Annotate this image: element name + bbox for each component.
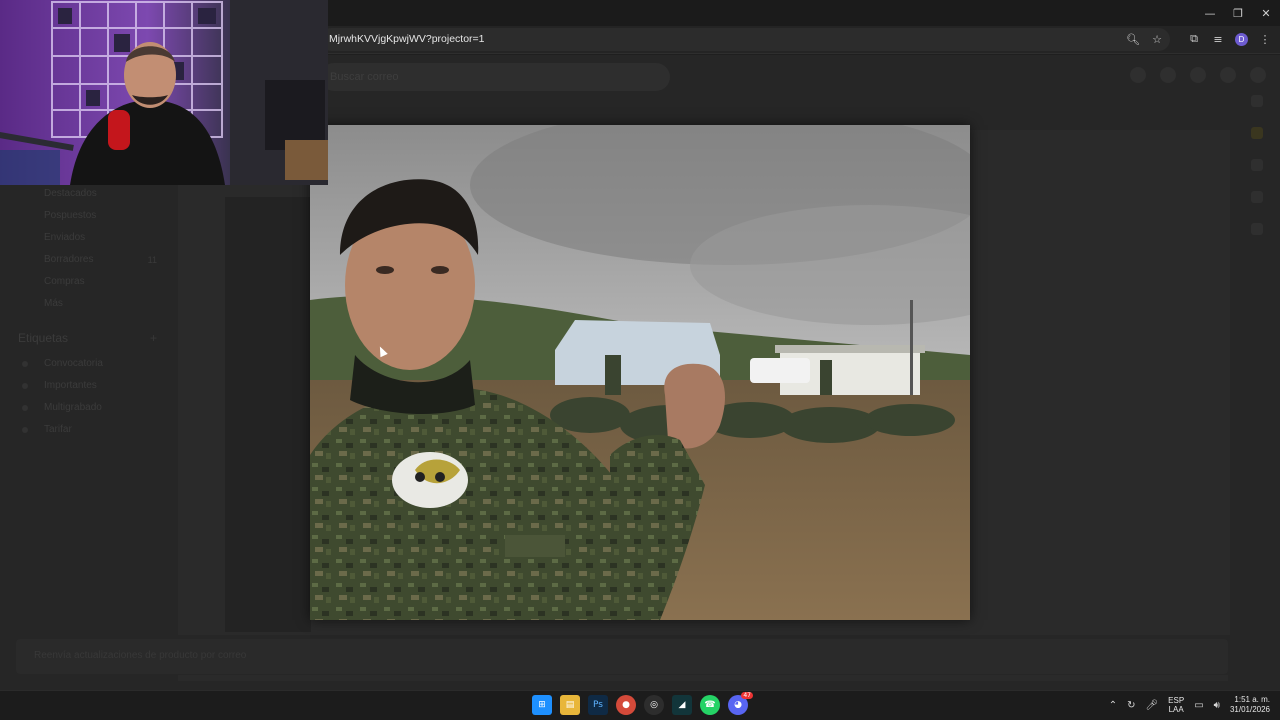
attachment-photo[interactable]: [310, 125, 970, 620]
sidebar-item-sent[interactable]: Enviados: [0, 227, 175, 249]
volume-icon[interactable]: 🔊︎: [1214, 700, 1220, 711]
profile-avatar[interactable]: D: [1235, 32, 1248, 46]
sidebar-item-purchases[interactable]: Compras: [0, 271, 175, 293]
media-control-icon[interactable]: ≡: [1211, 31, 1225, 47]
mail-list-shadow: [225, 197, 311, 632]
chrome-icon[interactable]: ●: [616, 695, 636, 715]
help-icon[interactable]: [1130, 67, 1146, 83]
whatsapp-icon[interactable]: ☎: [700, 695, 720, 715]
close-button[interactable]: ✕: [1252, 0, 1280, 26]
account-avatar[interactable]: [1250, 67, 1266, 83]
taskbar-pinned-apps: ⊞ ▤ Ps ● ◎ ◢ ☎ ◕ 47: [532, 692, 753, 715]
menu-kebab-icon[interactable]: ⋮: [1258, 31, 1272, 47]
microphone-icon[interactable]: 🎤︎: [1145, 700, 1158, 711]
mail-search-placeholder: Buscar correo: [330, 71, 399, 83]
sync-icon[interactable]: ↻: [1127, 700, 1135, 711]
input-language[interactable]: ESP LAA: [1168, 696, 1184, 714]
photoshop-icon[interactable]: Ps: [588, 695, 608, 715]
gemini-icon[interactable]: [1190, 67, 1206, 83]
label-item[interactable]: Tarifar: [0, 419, 175, 441]
discord-icon[interactable]: ◕ 47: [728, 692, 753, 715]
webcam-feed-illustration: [0, 0, 328, 185]
sidebar-item-snoozed[interactable]: Pospuestos: [0, 205, 175, 227]
capcut-icon[interactable]: ◢: [672, 695, 692, 715]
system-tray: ⌃ ↻ 🎤︎ ESP LAA ▭ 🔊︎ 1:51 a. m. 31/01/202…: [1109, 695, 1270, 715]
streamer-webcam: [0, 0, 328, 185]
extensions-icon[interactable]: ⧉: [1187, 31, 1201, 47]
soldier-photo-illustration: [310, 125, 970, 620]
url-text[interactable]: MjrwhKVVjgKpwjWV?projector=1: [329, 33, 485, 45]
screen: — ❐ ✕ MjrwhKVVjgKpwjWV?projector=1 🔍︎ ☆ …: [0, 0, 1280, 720]
bookmark-star-icon[interactable]: ☆: [1150, 31, 1164, 47]
labels-heading: Etiquetas +: [0, 323, 175, 353]
discord-notification-badge: 47: [741, 692, 753, 699]
minimize-button[interactable]: —: [1196, 0, 1224, 26]
banner-text: Reenvía actualizaciones de producto por …: [34, 650, 247, 661]
settings-gear-icon[interactable]: [1160, 67, 1176, 83]
zoom-icon[interactable]: 🔍︎: [1126, 31, 1140, 47]
sidebar-item-more[interactable]: Más: [0, 293, 175, 315]
window-controls: — ❐ ✕: [1196, 0, 1280, 26]
label-item[interactable]: Convocatoria: [0, 353, 175, 375]
tasks-icon[interactable]: [1251, 159, 1263, 171]
system-clock[interactable]: 1:51 a. m. 31/01/2026: [1230, 695, 1270, 715]
mail-bottom-banner: Reenvía actualizaciones de producto por …: [16, 639, 1228, 674]
keep-icon[interactable]: [1251, 127, 1263, 139]
file-explorer-icon[interactable]: ▤: [560, 695, 580, 715]
network-icon[interactable]: ▭: [1194, 700, 1203, 711]
label-item[interactable]: Multigrabado: [0, 397, 175, 419]
add-label-icon[interactable]: +: [150, 323, 157, 353]
add-addon-icon[interactable]: [1251, 223, 1263, 235]
sidebar-item-starred[interactable]: Destacados: [0, 183, 175, 205]
obs-icon[interactable]: ◎: [644, 695, 664, 715]
side-panel-rail: [1246, 95, 1268, 235]
calendar-icon[interactable]: [1251, 95, 1263, 107]
tray-overflow-chevron-icon[interactable]: ⌃: [1109, 700, 1117, 711]
address-bar[interactable]: MjrwhKVVjgKpwjWV?projector=1 🔍︎ ☆: [320, 28, 1170, 51]
footer-strip: [178, 675, 1228, 681]
windows-taskbar: ⊞ ▤ Ps ● ◎ ◢ ☎ ◕ 47 ⌃ ↻ 🎤︎ ESP LAA ▭ 🔊︎ 1…: [0, 690, 1280, 720]
label-item[interactable]: Importantes: [0, 375, 175, 397]
sidebar-item-drafts[interactable]: Borradores 11: [0, 249, 175, 271]
mail-sidebar: Destacados Pospuestos Enviados Borradore…: [0, 183, 175, 441]
restore-button[interactable]: ❐: [1224, 0, 1252, 26]
app-header-icons: [1130, 67, 1266, 83]
windows-start-icon[interactable]: ⊞: [532, 695, 552, 715]
apps-grid-icon[interactable]: [1220, 67, 1236, 83]
contacts-icon[interactable]: [1251, 191, 1263, 203]
